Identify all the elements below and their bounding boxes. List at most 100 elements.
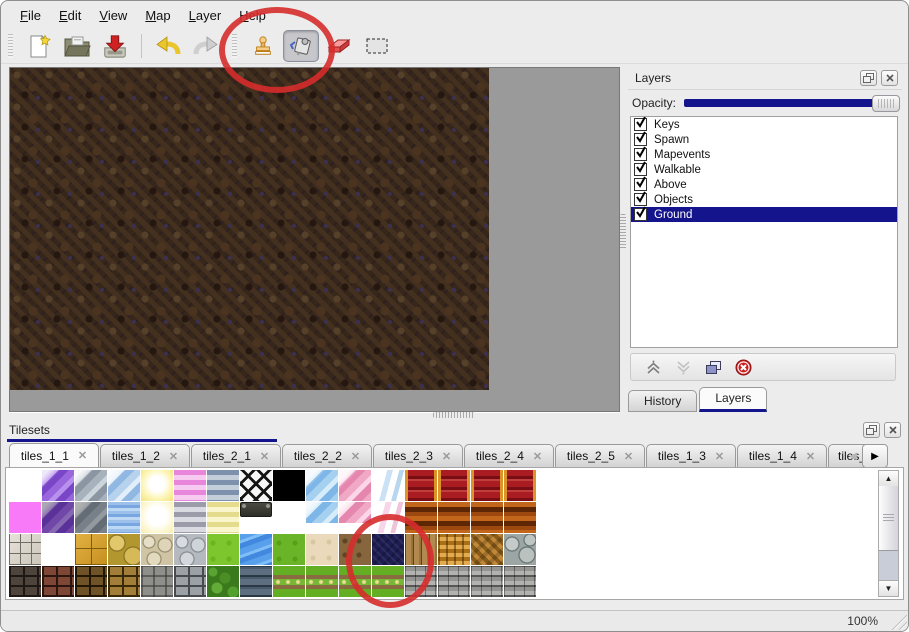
tileset-tile[interactable] — [108, 470, 140, 501]
scroll-up-icon[interactable]: ▲ — [879, 471, 898, 487]
layer-visibility-checkbox[interactable] — [634, 163, 647, 176]
tileset-tile[interactable] — [273, 470, 305, 501]
close-panel-icon[interactable] — [884, 422, 901, 438]
tileset-tile[interactable] — [42, 566, 74, 597]
tileset-tile[interactable] — [9, 534, 41, 565]
tileset-tile[interactable] — [207, 566, 239, 597]
layer-row[interactable]: Above — [631, 177, 897, 192]
tileset-tile[interactable] — [438, 470, 470, 501]
map-canvas-ground-tiles[interactable] — [10, 68, 489, 390]
tileset-tile[interactable] — [372, 566, 404, 597]
tileset-tab[interactable]: tiles_1_3 ✕ — [646, 444, 736, 468]
tileset-tab[interactable]: tiles_2_5 ✕ — [555, 444, 645, 468]
eraser-tool-button[interactable] — [321, 30, 357, 62]
tileset-tile[interactable] — [141, 566, 173, 597]
move-layer-down-button[interactable] — [675, 360, 692, 375]
tileset-tile[interactable] — [339, 534, 371, 565]
tileset-tile[interactable] — [9, 566, 41, 597]
close-tab-icon[interactable]: ✕ — [624, 450, 633, 463]
new-map-button[interactable] — [21, 30, 57, 62]
tileset-tab[interactable]: tiles_2_1 ✕ — [191, 444, 281, 468]
dock-tab[interactable]: Layers — [699, 387, 767, 412]
tileset-tile[interactable] — [75, 566, 107, 597]
tileset-tile[interactable] — [75, 502, 107, 533]
tileset-tile[interactable] — [405, 534, 437, 565]
tileset-tile[interactable] — [339, 566, 371, 597]
float-panel-icon[interactable] — [863, 422, 880, 438]
tileset-tab[interactable]: tiles_2_4 ✕ — [464, 444, 554, 468]
close-tab-icon[interactable]: ✕ — [715, 450, 724, 463]
tileset-tile[interactable] — [240, 534, 272, 565]
map-view[interactable] — [9, 67, 620, 412]
tileset-tile[interactable] — [438, 566, 470, 597]
tileset-scrollbar-thumb[interactable] — [879, 486, 898, 551]
tileset-tile[interactable] — [207, 534, 239, 565]
tileset-tile[interactable] — [471, 534, 503, 565]
tileset-tile[interactable] — [240, 502, 272, 517]
tileset-tile[interactable] — [438, 502, 470, 533]
tileset-tile[interactable] — [42, 502, 74, 533]
layer-row[interactable]: Keys — [631, 117, 897, 132]
tileset-tile[interactable] — [207, 502, 239, 533]
tileset-tile[interactable] — [273, 566, 305, 597]
tileset-tile[interactable] — [504, 470, 536, 501]
undo-button[interactable] — [150, 30, 186, 62]
layer-visibility-checkbox[interactable] — [634, 193, 647, 206]
map-vertical-scrollbar[interactable] — [620, 214, 626, 250]
tileset-tile[interactable] — [75, 470, 107, 501]
layer-visibility-checkbox[interactable] — [634, 148, 647, 161]
dock-tab[interactable]: History — [628, 390, 697, 412]
close-tab-icon[interactable]: ✕ — [78, 449, 87, 462]
tileset-tile[interactable] — [9, 502, 41, 533]
tileset-tile[interactable] — [438, 534, 470, 565]
tileset-tile[interactable] — [306, 470, 338, 501]
menu-item[interactable]: Layer — [180, 4, 231, 27]
close-tab-icon[interactable]: ✕ — [169, 450, 178, 463]
duplicate-layer-button[interactable] — [705, 360, 722, 375]
menu-item[interactable]: Edit — [50, 4, 90, 27]
tileset-tile[interactable] — [504, 502, 536, 533]
close-tab-icon[interactable]: ✕ — [806, 450, 815, 463]
menu-item[interactable]: View — [90, 4, 136, 27]
tileset-tile[interactable] — [174, 470, 206, 501]
layer-row[interactable]: Spawn — [631, 132, 897, 147]
layer-row[interactable]: Objects — [631, 192, 897, 207]
fill-tool-button[interactable] — [283, 30, 319, 62]
tileset-tile[interactable] — [240, 470, 272, 501]
layer-visibility-checkbox[interactable] — [634, 208, 647, 221]
tileset-tile[interactable] — [273, 502, 305, 533]
toolbar-drag-handle[interactable] — [8, 34, 13, 58]
close-tab-icon[interactable]: ✕ — [442, 450, 451, 463]
tileset-tile[interactable] — [141, 534, 173, 565]
redo-button[interactable] — [188, 30, 224, 62]
stamp-tool-button[interactable] — [245, 30, 281, 62]
tab-scroll-left-button[interactable]: ◀ — [844, 444, 862, 468]
tileset-tile[interactable] — [372, 502, 404, 533]
close-tab-icon[interactable]: ✕ — [260, 450, 269, 463]
resize-grip[interactable] — [890, 613, 907, 630]
tileset-tile[interactable] — [108, 534, 140, 565]
tileset-tile[interactable] — [42, 470, 74, 501]
tileset-tile[interactable] — [207, 470, 239, 501]
menu-item[interactable]: File — [11, 4, 50, 27]
tileset-tile[interactable] — [405, 470, 437, 501]
tileset-tab[interactable]: tiles_2_2 ✕ — [282, 444, 372, 468]
tileset-tile[interactable] — [471, 566, 503, 597]
tileset-tile[interactable] — [471, 470, 503, 501]
tileset-tab[interactable]: tiles_2_3 ✕ — [373, 444, 463, 468]
delete-layer-button[interactable] — [735, 359, 752, 376]
tileset-tile[interactable] — [306, 566, 338, 597]
tileset-tab[interactable]: tiles_1_2 ✕ — [100, 444, 190, 468]
open-map-button[interactable] — [59, 30, 95, 62]
tileset-tile[interactable] — [141, 470, 173, 501]
tab-scroll-right-button[interactable]: ▶ — [862, 444, 888, 468]
opacity-slider-handle[interactable] — [872, 95, 900, 112]
tileset-tile[interactable] — [141, 502, 173, 533]
layer-row[interactable]: Mapevents — [631, 147, 897, 162]
toolbar-drag-handle[interactable] — [232, 34, 237, 58]
close-tab-icon[interactable]: ✕ — [351, 450, 360, 463]
layer-row[interactable]: Ground — [631, 207, 897, 222]
tileset-tile[interactable] — [339, 502, 371, 523]
move-layer-up-button[interactable] — [645, 360, 662, 375]
close-tab-icon[interactable]: ✕ — [533, 450, 542, 463]
